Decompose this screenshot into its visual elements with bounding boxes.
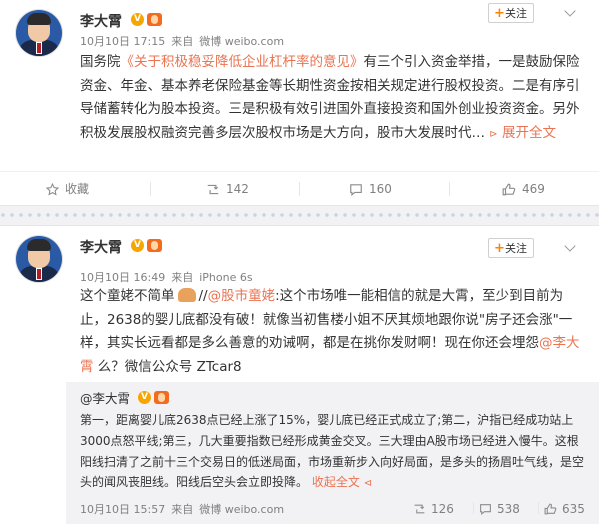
text-segment: 国务院 bbox=[80, 54, 121, 70]
like-count: 469 bbox=[522, 182, 545, 196]
repost-icon bbox=[207, 184, 219, 195]
quoted-author-name: @李大霄 bbox=[80, 391, 131, 406]
repost-count: 126 bbox=[431, 502, 454, 516]
author-avatar[interactable] bbox=[16, 10, 62, 56]
comment-icon bbox=[350, 184, 362, 196]
quoted-post: @李大霄 V 第一，距离婴儿底2638点已经上涨了15%，婴儿底已经正式成立了;… bbox=[66, 382, 599, 524]
post-time[interactable]: 10月10日 16:49 bbox=[80, 271, 165, 284]
expand-icon: ⊳ bbox=[489, 128, 498, 140]
prayer-hands-emoji bbox=[177, 288, 196, 302]
thumbs-up-icon bbox=[502, 183, 516, 196]
star-icon bbox=[46, 183, 59, 196]
quoted-author[interactable]: @李大霄 bbox=[80, 388, 130, 407]
follow-label: 关注 bbox=[505, 7, 527, 20]
favorite-button[interactable]: 收藏 bbox=[46, 172, 89, 206]
post-text: 国务院《关于积极稳妥降低企业杠杆率的意见》有三个引入资金举措，一是鼓励保险资金、… bbox=[80, 51, 585, 146]
weibo-post-2: 李大霄 V + 关注 10月10日 16:49 来自 iPhone 6s 这个童姥不简… bbox=[0, 226, 599, 524]
plus-icon: + bbox=[494, 241, 505, 256]
document-link[interactable]: 《关于积极稳妥降低企业杠杆率的意见》 bbox=[121, 54, 364, 70]
post-time[interactable]: 10月10日 17:15 bbox=[80, 35, 165, 48]
vip-level-icon bbox=[154, 391, 169, 404]
expand-full-text-link[interactable]: ⊳ 展开全文 bbox=[489, 125, 556, 141]
verified-v-icon: V bbox=[131, 239, 144, 252]
weibo-post-1: 李大霄 V + 关注 10月10日 17:15 来自 微博 weibo.com 国务院… bbox=[0, 0, 599, 205]
quoted-repost-button[interactable]: 126 bbox=[413, 501, 454, 517]
verified-v-icon: V bbox=[131, 13, 144, 26]
favorite-label: 收藏 bbox=[65, 182, 90, 196]
post-source: 微博 weibo.com bbox=[199, 35, 285, 48]
source-prefix: 来自 bbox=[171, 271, 194, 284]
source-prefix: 来自 bbox=[171, 503, 194, 516]
post-actions: 收藏 142 160 469 bbox=[0, 171, 599, 206]
text-segment: // bbox=[198, 288, 208, 304]
text-segment: 么？微信公众号 ZTcar8 bbox=[93, 358, 242, 375]
follow-label: 关注 bbox=[505, 242, 527, 255]
chevron-down-icon[interactable] bbox=[564, 240, 576, 252]
post-text: 这个童姥不简单//@股市童姥:这个市场唯一能相信的就是大霄，至少到目前为止，26… bbox=[80, 285, 585, 379]
author-name[interactable]: 李大霄 bbox=[80, 237, 122, 257]
collapse-icon: ⊲ bbox=[363, 478, 373, 490]
quoted-meta: 10月10日 15:57 来自 微博 weibo.com bbox=[80, 501, 284, 517]
quoted-time[interactable]: 10月10日 15:57 bbox=[80, 503, 165, 516]
follow-button[interactable]: + 关注 bbox=[488, 3, 534, 23]
like-count: 635 bbox=[562, 502, 585, 516]
plus-icon: + bbox=[494, 6, 505, 21]
feed-separator bbox=[0, 205, 599, 226]
text-segment: 这个童姥不简单 bbox=[80, 288, 175, 304]
repost-count: 142 bbox=[226, 182, 249, 196]
collapse-text-link[interactable]: 收起全文 ⊲ bbox=[312, 475, 372, 489]
comment-icon bbox=[480, 504, 491, 516]
post-meta: 10月10日 16:49 来自 iPhone 6s bbox=[80, 269, 259, 285]
quoted-text: 第一，距离婴儿底2638点已经上涨了15%，婴儿底已经正式成立了;第二，沪指已经… bbox=[80, 410, 585, 495]
like-button[interactable]: 469 bbox=[502, 172, 545, 206]
thumbs-up-icon bbox=[544, 503, 557, 515]
follow-button[interactable]: + 关注 bbox=[488, 238, 534, 258]
post-source: iPhone 6s bbox=[199, 271, 253, 284]
comment-count: 538 bbox=[497, 502, 520, 516]
author-name[interactable]: 李大霄 bbox=[80, 11, 122, 31]
quoted-comment-button[interactable]: 538 bbox=[479, 501, 520, 517]
vip-level-icon bbox=[147, 13, 162, 26]
author-avatar[interactable] bbox=[16, 236, 62, 282]
source-prefix: 来自 bbox=[171, 35, 194, 48]
repost-button[interactable]: 142 bbox=[206, 172, 249, 206]
repost-icon bbox=[414, 504, 425, 514]
chevron-down-icon[interactable] bbox=[564, 5, 576, 17]
expand-label: 展开全文 bbox=[501, 124, 556, 141]
comment-button[interactable]: 160 bbox=[349, 172, 392, 206]
quoted-source: 微博 weibo.com bbox=[199, 503, 285, 516]
quoted-like-button[interactable]: 635 bbox=[544, 501, 585, 517]
comment-count: 160 bbox=[369, 182, 392, 196]
vip-level-icon bbox=[147, 239, 162, 252]
post-meta: 10月10日 17:15 来自 微博 weibo.com bbox=[80, 33, 290, 49]
user-mention-link[interactable]: @股市童姥 bbox=[208, 288, 276, 304]
collapse-label: 收起全文 bbox=[311, 475, 360, 490]
verified-v-icon: V bbox=[138, 391, 151, 404]
